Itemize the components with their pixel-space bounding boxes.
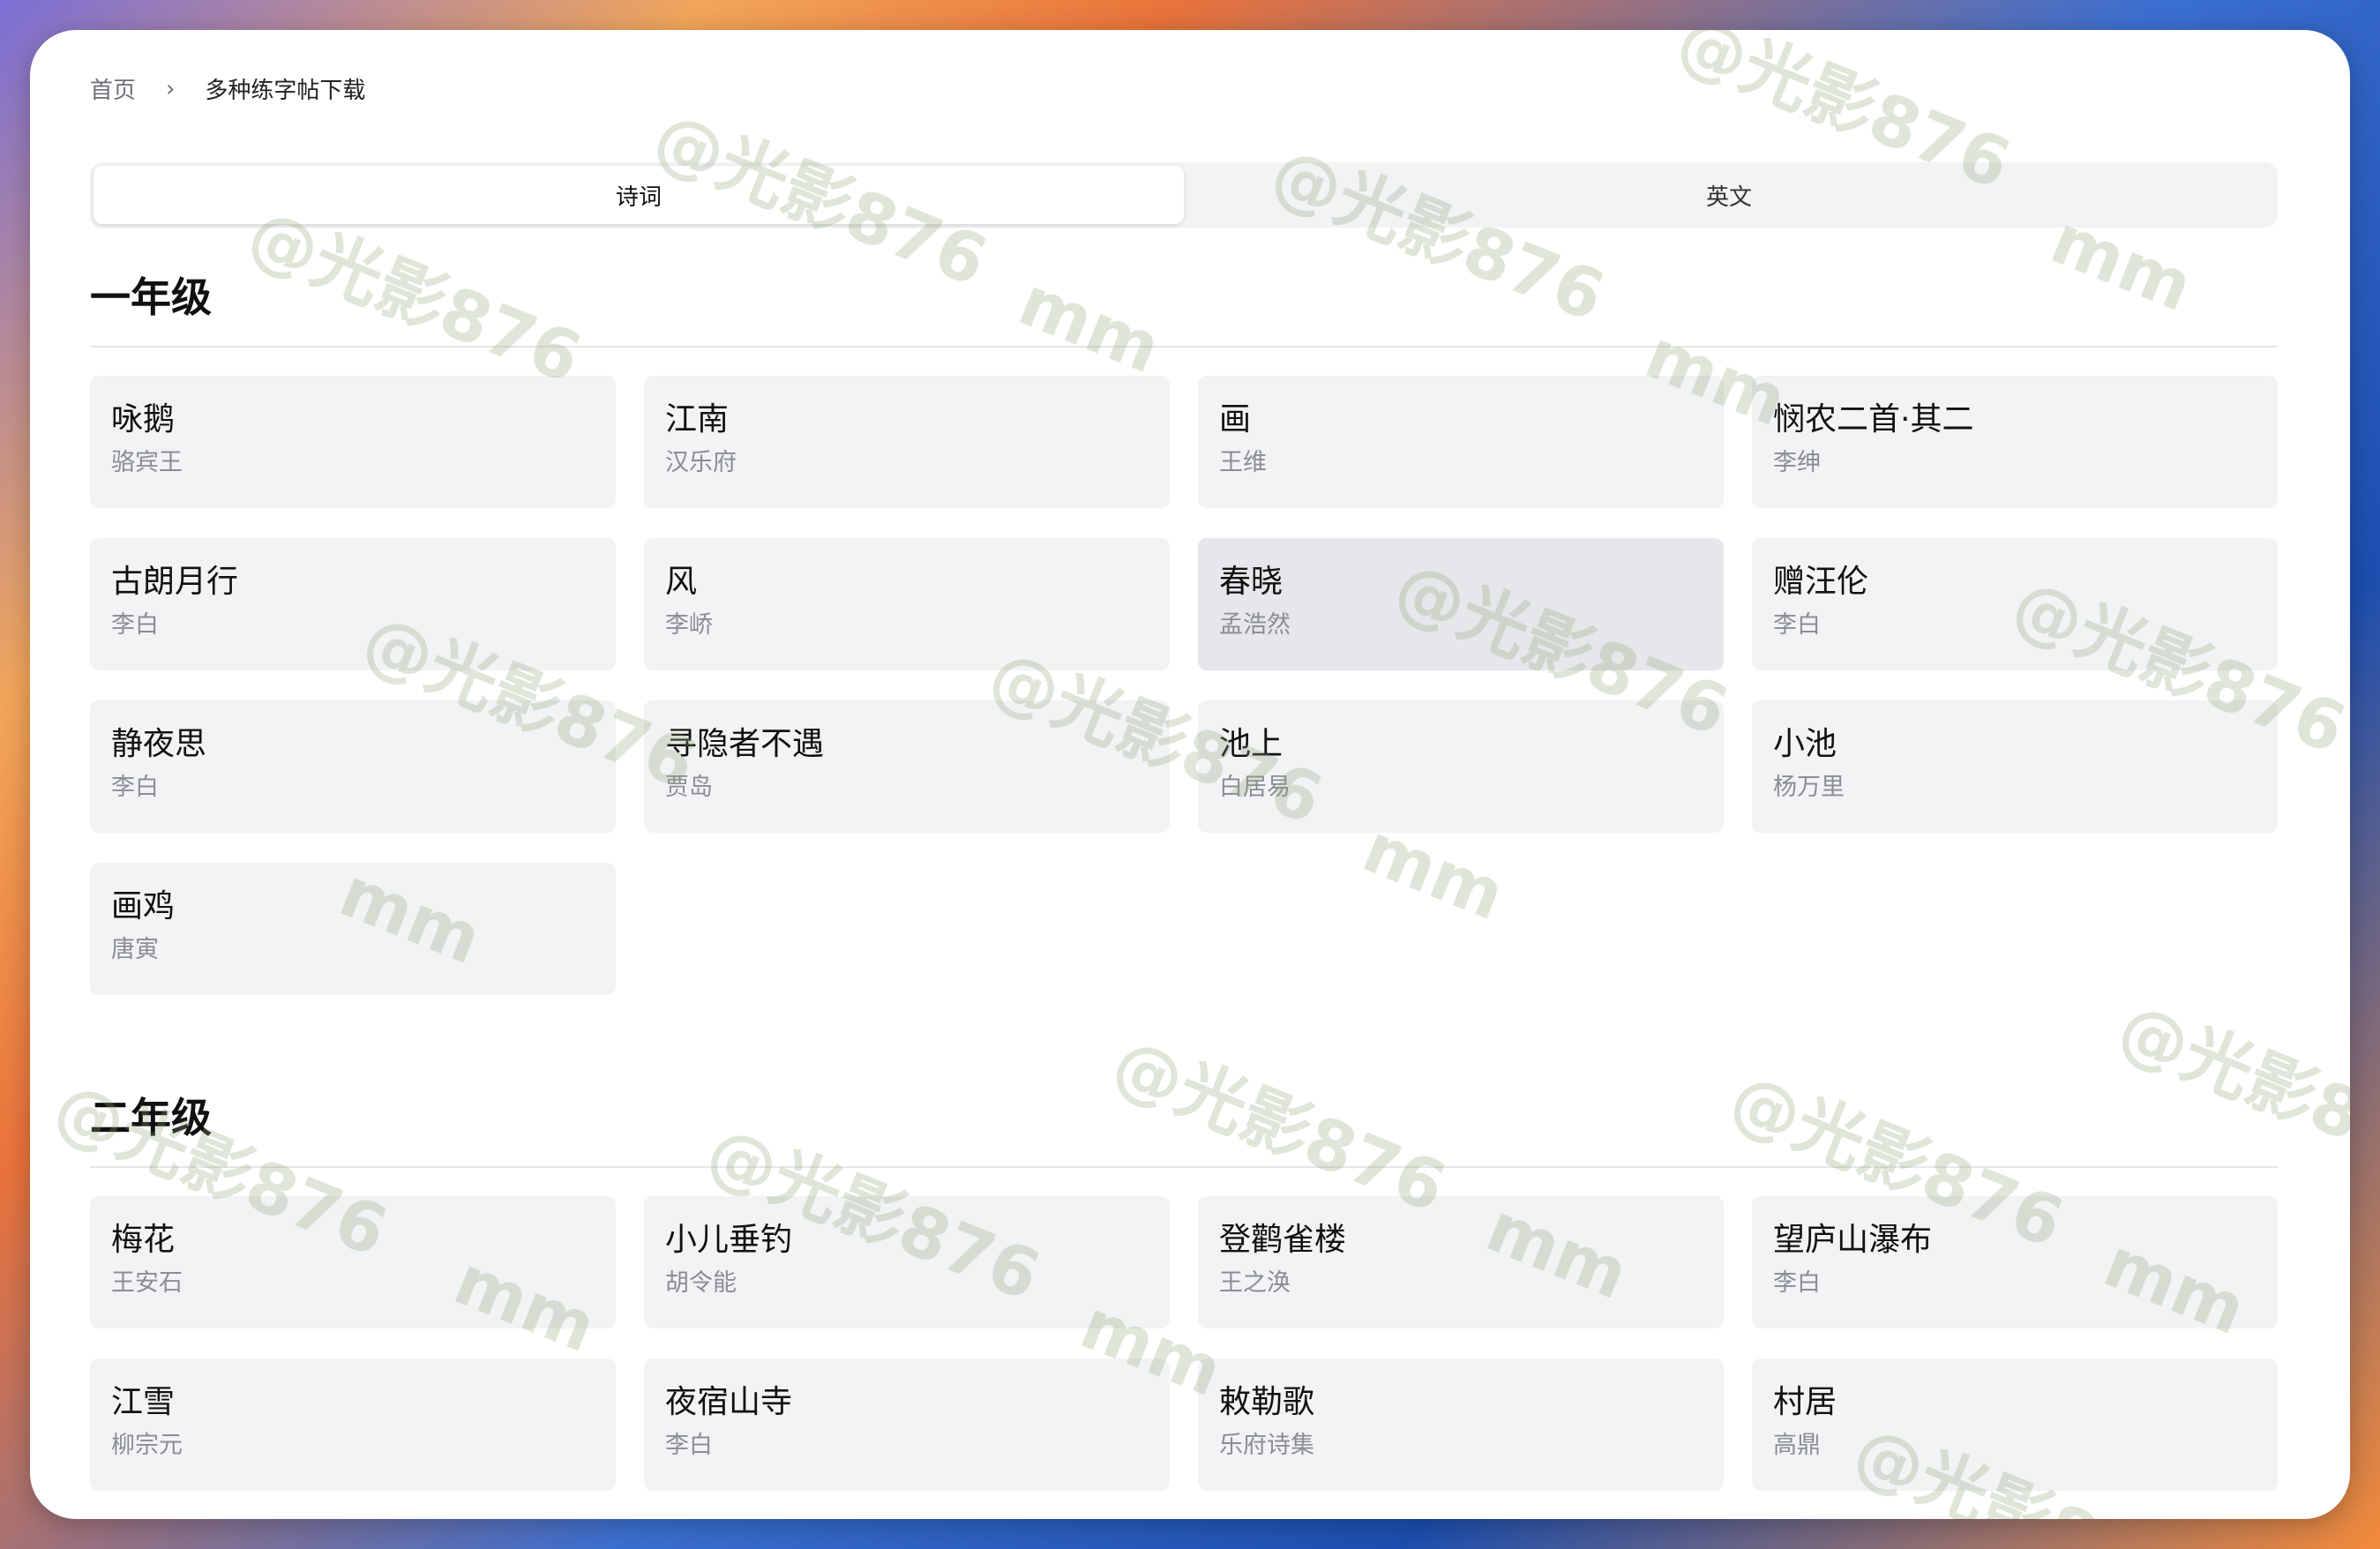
poem-author: 李白 — [111, 611, 159, 639]
poem-card[interactable]: 赠汪伦 李白 — [1752, 538, 2278, 670]
poem-card[interactable]: 悯农二首·其二李绅 — [1752, 376, 2278, 508]
poem-grid: 咏鹅骆宾王 江南汉乐府 画王维 悯农二首·其二李绅 古朗月行李白 风李峤 春晓孟… — [90, 376, 2278, 995]
poem-card[interactable]: 小儿垂钓 胡令能 — [644, 1196, 1170, 1328]
poem-card[interactable]: 池上 白居易 — [1198, 700, 1724, 833]
poem-card[interactable]: 江南 汉乐府 — [644, 376, 1170, 508]
poem-author: 王安石 — [111, 1269, 183, 1297]
poem-title: 画鸡 — [111, 888, 176, 924]
poem-author: 贾岛 — [665, 774, 713, 801]
poem-card[interactable]: 画王维 — [1198, 376, 1724, 508]
poem-title: 小儿垂钓 — [665, 1222, 793, 1258]
poem-author: 柳宗元 — [111, 1432, 183, 1459]
poem-author: 孟浩然 — [1219, 611, 1291, 639]
poem-title: 静夜思 — [111, 726, 207, 762]
poem-card[interactable]: 画鸡 唐寅 — [90, 863, 616, 995]
app-window: 首页 › 多种练字帖下载 诗词 英文 一年级 咏鹅骆宾王 江南汉乐府 画王维 悯… — [30, 30, 2350, 1519]
poem-author: 胡令能 — [665, 1269, 737, 1297]
breadcrumb-home-link[interactable]: 首页 — [90, 72, 136, 105]
poem-title: 江雪 — [111, 1384, 176, 1420]
section-grade-1: 一年级 咏鹅骆宾王 江南汉乐府 画王维 悯农二首·其二李绅 古朗月行李白 风李峤… — [90, 266, 2278, 995]
poem-author: 王之涣 — [1219, 1269, 1291, 1297]
poem-title: 悯农二首·其二 — [1773, 401, 1974, 438]
poem-title: 画 — [1219, 401, 1252, 438]
poem-title: 小池 — [1773, 726, 1837, 762]
poem-grid: 梅花王安石 小儿垂钓胡令能 登鹳雀楼王之涣 望庐山瀑布李白 江雪柳宗元 夜宿山寺… — [90, 1196, 2278, 1491]
poem-author: 李白 — [111, 774, 159, 801]
poem-author: 李白 — [665, 1432, 713, 1459]
poem-card[interactable]: 风李峤 — [644, 538, 1170, 670]
poem-title: 登鹳雀楼 — [1219, 1222, 1347, 1258]
breadcrumb-current: 多种练字帖下载 — [205, 78, 366, 104]
poem-card[interactable]: 梅花 王安石 — [90, 1196, 616, 1328]
poem-author: 汉乐府 — [665, 449, 737, 476]
poem-title: 江南 — [665, 401, 730, 438]
poem-card[interactable]: 小池 杨万里 — [1752, 700, 2278, 833]
poem-card[interactable]: 咏鹅 骆宾王 — [90, 376, 616, 508]
poem-card[interactable]: 古朗月行 李白 — [90, 538, 616, 670]
poem-title: 夜宿山寺 — [665, 1384, 793, 1420]
poem-title: 古朗月行 — [111, 564, 239, 600]
poem-title: 望庐山瀑布 — [1773, 1222, 1933, 1258]
section-divider — [90, 346, 2278, 348]
poem-card[interactable]: 村居 高鼎 — [1752, 1358, 2278, 1491]
poem-author: 杨万里 — [1773, 774, 1845, 801]
section-grade-2: 二年级 梅花王安石 小儿垂钓胡令能 登鹳雀楼王之涣 望庐山瀑布李白 江雪柳宗元 … — [90, 1087, 2278, 1491]
poem-author: 李峤 — [665, 611, 713, 639]
poem-title: 池上 — [1219, 726, 1284, 762]
category-segmented-control: 诗词 英文 — [90, 162, 2278, 228]
poem-title: 梅花 — [111, 1222, 176, 1258]
poem-title: 春晓 — [1219, 564, 1284, 600]
section-title: 一年级 — [90, 273, 212, 321]
poem-title: 赠汪伦 — [1773, 564, 1869, 600]
poem-title: 咏鹅 — [111, 401, 176, 438]
tab-poetry[interactable]: 诗词 — [94, 166, 1184, 224]
poem-author: 王维 — [1219, 449, 1267, 476]
poem-author: 白居易 — [1219, 774, 1291, 801]
poem-card[interactable]: 敕勒歌 乐府诗集 — [1198, 1358, 1724, 1491]
poem-author: 李绅 — [1773, 449, 1821, 476]
poem-title: 风 — [665, 564, 698, 600]
poem-author: 李白 — [1773, 611, 1821, 639]
section-title: 二年级 — [90, 1094, 212, 1141]
poem-card[interactable]: 江雪 柳宗元 — [90, 1358, 616, 1491]
poem-author: 乐府诗集 — [1219, 1432, 1314, 1459]
chevron-right-icon: › — [166, 75, 176, 102]
poem-card[interactable]: 夜宿山寺 李白 — [644, 1358, 1170, 1491]
poem-card[interactable]: 登鹳雀楼 王之涣 — [1198, 1196, 1724, 1328]
poem-author: 唐寅 — [111, 936, 159, 963]
poem-title: 寻隐者不遇 — [665, 726, 825, 762]
poem-card[interactable]: 望庐山瀑布 李白 — [1752, 1196, 2278, 1328]
poem-title: 敕勒歌 — [1219, 1384, 1315, 1420]
breadcrumb: 首页 › 多种练字帖下载 — [90, 72, 365, 105]
poem-author: 骆宾王 — [111, 449, 183, 476]
poem-card-hovered[interactable]: 春晓 孟浩然 — [1198, 538, 1724, 670]
poem-author: 高鼎 — [1773, 1432, 1821, 1459]
poem-author: 李白 — [1773, 1269, 1821, 1297]
section-divider — [90, 1166, 2278, 1168]
tab-english[interactable]: 英文 — [1184, 166, 2274, 224]
poem-card[interactable]: 静夜思 李白 — [90, 700, 616, 833]
poem-card[interactable]: 寻隐者不遇 贾岛 — [644, 700, 1170, 833]
poem-title: 村居 — [1773, 1384, 1837, 1420]
